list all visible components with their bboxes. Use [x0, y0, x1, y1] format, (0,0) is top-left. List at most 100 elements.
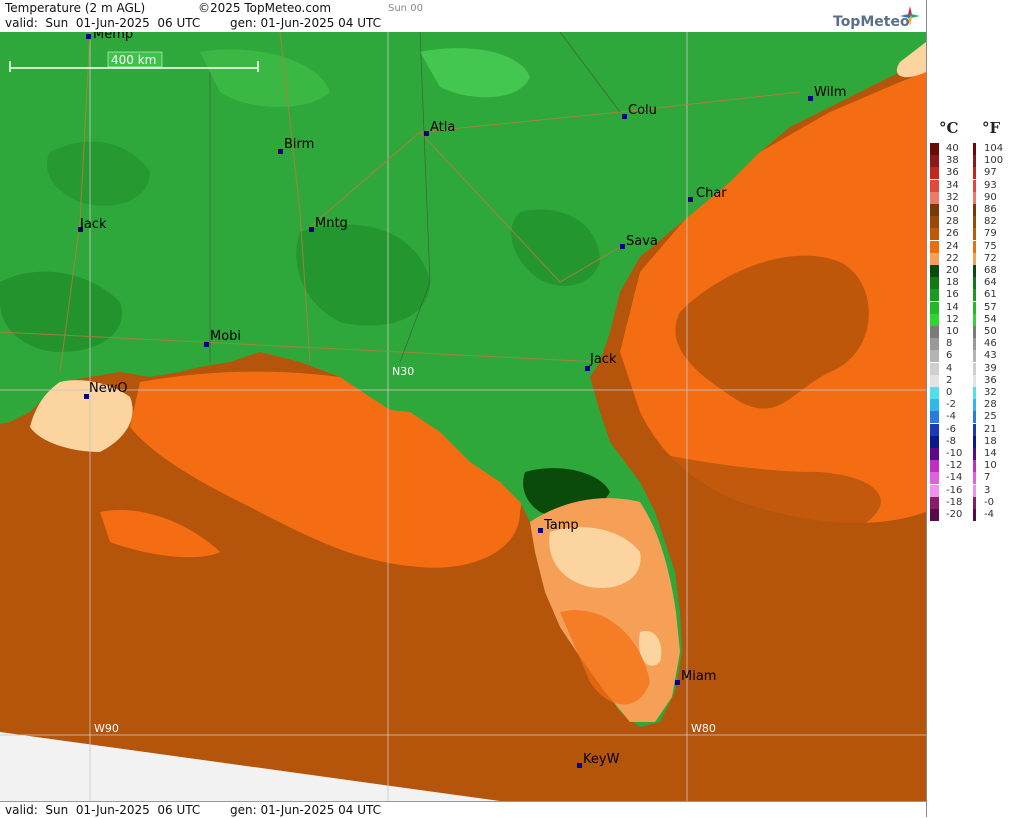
legend-color-swatch — [930, 167, 939, 180]
legend-color-swatch — [930, 240, 939, 253]
legend-celsius-value: 12 — [946, 313, 959, 325]
legend-color-swatch — [930, 362, 939, 375]
legend-fahrenheit-value: 79 — [984, 228, 997, 240]
copyright-text[interactable]: ©2025 TopMeteo.com — [198, 1, 331, 15]
header-bar: Temperature (2 m AGL) ©2025 TopMeteo.com… — [0, 0, 926, 33]
legend-fahrenheit-value: 86 — [984, 204, 997, 215]
legend-color-swatch — [930, 289, 939, 302]
city-label: Sava — [626, 234, 658, 249]
legend-fahrenheit-value: 61 — [984, 289, 997, 301]
legend-color-swatch — [973, 484, 976, 497]
legend-fahrenheit-value: 90 — [984, 191, 997, 203]
temperature-map[interactable]: N30 W90 W80 400 km Memp Birm Atla Colu W… — [0, 32, 926, 801]
legend-color-swatch — [973, 448, 976, 460]
legend-color-swatch — [930, 155, 939, 168]
legend-fahrenheit-value: 3 — [984, 484, 991, 496]
legend-celsius-value: 34 — [946, 179, 959, 191]
city-label: Miam — [681, 669, 716, 684]
legend-color-swatch — [930, 472, 939, 485]
celsius-unit-label: °C — [939, 119, 959, 137]
city-label: Memp — [93, 32, 133, 42]
legend-celsius-value: -18 — [946, 496, 963, 508]
legend-color-swatch — [973, 155, 976, 168]
legend-color-swatch — [973, 289, 976, 302]
legend-fahrenheit-value: 7 — [984, 472, 991, 484]
city-label: NewO — [89, 381, 128, 396]
legend-celsius-value: -10 — [946, 448, 963, 459]
legend-fahrenheit-value: 25 — [984, 411, 997, 423]
legend-color-swatch — [930, 179, 939, 192]
legend-color-swatch — [930, 338, 939, 351]
city-label: Birm — [284, 137, 314, 152]
city-label: Jack — [79, 217, 107, 232]
legend-fahrenheit-value: 57 — [984, 301, 997, 313]
legend-celsius-value: 40 — [946, 143, 959, 154]
legend-color-swatch — [930, 326, 939, 338]
legend-celsius-value: -14 — [946, 472, 963, 484]
legend-color-swatch — [973, 326, 976, 338]
legend-color-swatch — [973, 460, 976, 473]
legend-celsius-value: 36 — [946, 167, 959, 179]
legend-color-swatch — [930, 460, 939, 473]
legend-celsius-value: -20 — [946, 509, 963, 520]
legend-fahrenheit-value: -0 — [984, 496, 994, 508]
legend-color-swatch — [930, 252, 939, 265]
legend-fahrenheit-value: 32 — [984, 387, 997, 398]
footer-bar: valid: Sun 01-Jun-2025 06 UTC gen: 01-Ju… — [0, 801, 926, 818]
valid-time: valid: Sun 01-Jun-2025 06 UTC — [5, 16, 201, 30]
legend-color-swatch — [930, 448, 939, 460]
legend-color-swatch — [973, 240, 976, 253]
legend-color-swatch — [973, 496, 976, 509]
legend-color-swatch — [973, 301, 976, 314]
lon-w90-label: W90 — [94, 722, 119, 735]
legend-fahrenheit-value: 104 — [984, 143, 1004, 154]
legend-color-swatch — [930, 411, 939, 424]
legend-color-swatch — [973, 216, 976, 229]
legend-color-swatch — [973, 252, 976, 265]
city-label: Char — [696, 186, 727, 201]
city-label: Wilm — [814, 85, 846, 100]
legend-color-swatch — [930, 435, 939, 448]
map-title: Temperature (2 m AGL) — [5, 1, 146, 15]
legend-color-swatch — [930, 350, 939, 363]
lat-n30-label: N30 — [392, 365, 414, 378]
legend-color-swatch — [930, 228, 939, 241]
legend-color-swatch — [930, 143, 939, 155]
legend-fahrenheit-value: 46 — [984, 338, 997, 350]
legend-color-swatch — [973, 472, 976, 485]
legend-celsius-value: -6 — [946, 423, 956, 435]
legend-fahrenheit-value: 50 — [984, 326, 997, 337]
legend-color-swatch — [930, 216, 939, 229]
legend-celsius-value: -16 — [946, 484, 963, 496]
color-legend: °C °F 40 104 38 100 36 97 34 93 32 90 30 86 28 82 26 79… — [926, 0, 1017, 817]
legend-color-swatch — [930, 496, 939, 509]
legend-fahrenheit-value: 21 — [984, 423, 997, 435]
legend-fahrenheit-value: 36 — [984, 374, 997, 386]
legend-celsius-value: 6 — [946, 350, 953, 362]
legend-color-swatch — [973, 362, 976, 375]
legend-color-swatch — [973, 191, 976, 204]
footer-valid-time: valid: Sun 01-Jun-2025 06 UTC — [5, 803, 201, 817]
legend-color-swatch — [973, 338, 976, 351]
legend-fahrenheit-value: 18 — [984, 435, 997, 447]
legend-celsius-value: 26 — [946, 228, 959, 240]
legend-color-swatch — [930, 423, 939, 436]
legend-color-swatch — [930, 387, 939, 399]
legend-color-swatch — [973, 387, 976, 399]
generation-time: gen: 01-Jun-2025 04 UTC — [230, 16, 382, 30]
legend-color-swatch — [973, 509, 976, 521]
legend-color-swatch — [930, 484, 939, 497]
legend-color-swatch — [973, 399, 976, 412]
legend-celsius-value: 32 — [946, 191, 959, 203]
legend-celsius-value: 16 — [946, 289, 959, 301]
legend-color-swatch — [930, 204, 939, 216]
legend-color-swatch — [930, 313, 939, 326]
legend-color-swatch — [973, 435, 976, 448]
legend-celsius-value: 18 — [946, 277, 959, 289]
legend-fahrenheit-value: 64 — [984, 277, 997, 289]
legend-celsius-value: 2 — [946, 374, 953, 386]
legend-celsius-value: 20 — [946, 265, 959, 276]
legend-color-swatch — [973, 277, 976, 290]
scale-label: 400 km — [111, 53, 156, 67]
city-label: Colu — [628, 103, 657, 118]
